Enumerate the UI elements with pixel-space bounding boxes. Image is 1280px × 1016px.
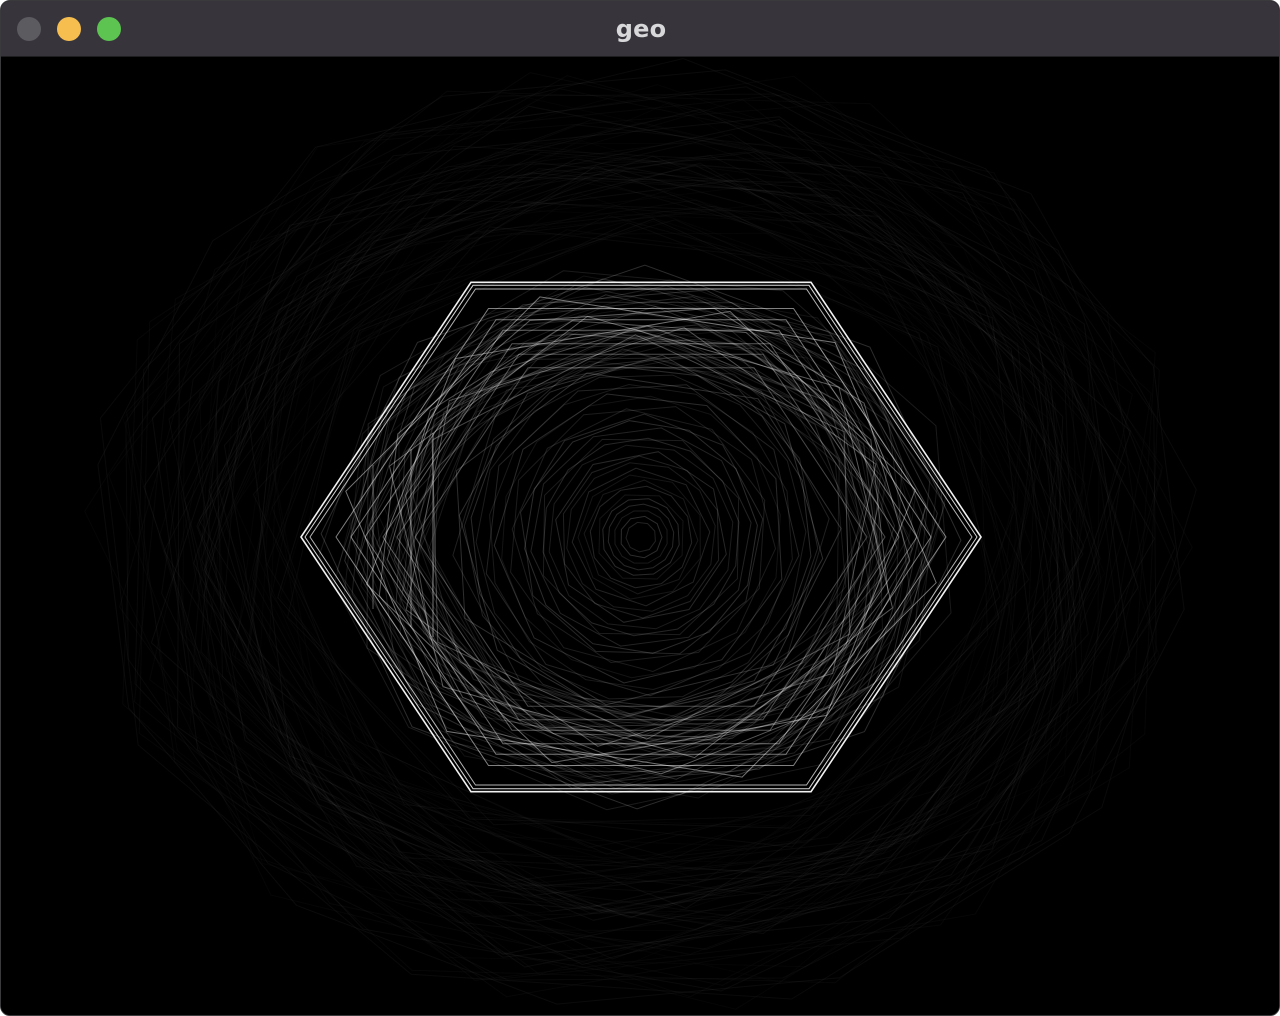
inner-core-polygon bbox=[598, 494, 684, 580]
geometry-art bbox=[97, 57, 1197, 1005]
inner-core-polygon bbox=[463, 359, 819, 715]
inner-core-polygon bbox=[475, 374, 807, 700]
app-window: geo bbox=[0, 0, 1280, 1016]
outer-halo-polygon bbox=[181, 141, 1101, 932]
inner-core-polygon bbox=[548, 444, 734, 630]
inner-core-polygon bbox=[602, 498, 680, 576]
outer-halo-polygon bbox=[185, 145, 1097, 929]
outer-halo-polygon bbox=[164, 120, 1118, 955]
outer-halo-polygon bbox=[143, 108, 1139, 966]
inner-core-polygon bbox=[470, 366, 812, 708]
inner-core-polygon bbox=[542, 438, 740, 636]
inner-core-polygon bbox=[583, 479, 699, 595]
outer-halo-polygon bbox=[276, 230, 987, 848]
main-hexagon bbox=[309, 288, 973, 786]
inner-core-polygon bbox=[614, 510, 668, 564]
inner-core-polygon bbox=[571, 467, 711, 607]
inner-core-polygon bbox=[625, 521, 656, 553]
drawing-canvas[interactable] bbox=[1, 57, 1279, 1015]
title-bar[interactable]: geo bbox=[1, 1, 1279, 57]
inner-core-polygon bbox=[577, 474, 701, 600]
middle-ring-polygon bbox=[350, 301, 932, 773]
middle-ring-polygon bbox=[320, 264, 962, 810]
middle-ring-polygon bbox=[408, 339, 874, 735]
outer-halo-polygon bbox=[193, 151, 1089, 923]
inner-core-polygon bbox=[566, 462, 716, 612]
inner-core-polygon bbox=[562, 455, 720, 619]
inner-core-polygon bbox=[589, 485, 693, 589]
middle-ring-polygon bbox=[366, 305, 903, 765]
middle-ring-polygon bbox=[336, 278, 946, 796]
outer-halo-polygon bbox=[183, 143, 1099, 931]
window-title: geo bbox=[615, 15, 667, 43]
inner-core-polygon bbox=[607, 503, 675, 571]
inner-core-polygon bbox=[493, 393, 783, 684]
